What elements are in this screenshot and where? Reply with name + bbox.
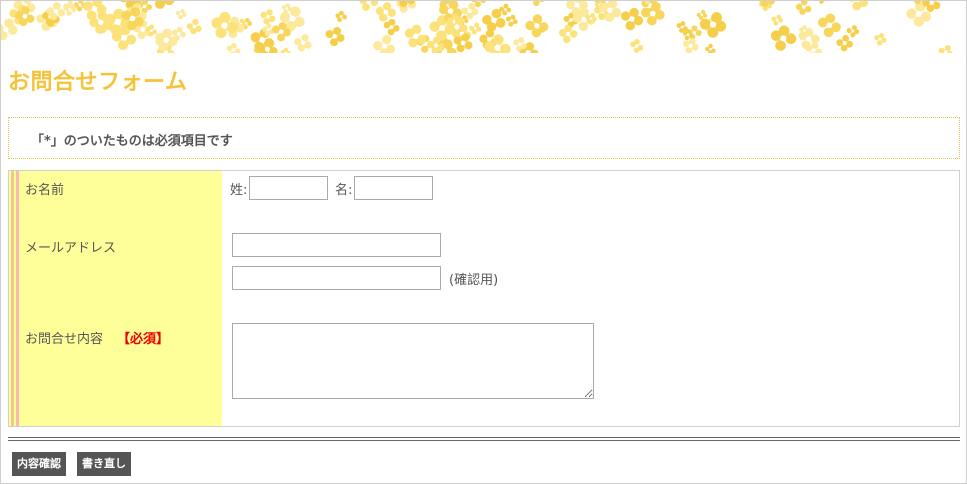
inquiry-textarea[interactable]: [232, 323, 594, 399]
flower-icon: [335, 10, 347, 23]
form-separator-bottom: [8, 440, 960, 441]
flower-icon: [375, 2, 396, 22]
flower-icon: [383, 18, 400, 36]
name-label: お名前: [25, 183, 65, 198]
form-separator-top: [8, 437, 960, 438]
flower-icon: [533, 1, 545, 7]
flower-icon: [938, 45, 953, 53]
flower-icon: [359, 1, 379, 11]
flower-icon: [260, 9, 276, 25]
email-label: メールアドレス: [25, 241, 117, 256]
confirm-button[interactable]: 内容確認: [12, 452, 66, 476]
flower-icon: [404, 24, 427, 48]
flower-icon: [696, 9, 708, 21]
label-stripe-orange: [11, 171, 14, 426]
flower-icon: [846, 25, 860, 38]
flower-icon: [849, 1, 869, 11]
flower-icon: [280, 47, 291, 53]
email-confirm-note: (確認用): [449, 273, 499, 288]
email-confirm-input[interactable]: [232, 266, 441, 290]
flower-icon: [771, 14, 783, 26]
required-notice-text: 「*」のついたものは必須項目です: [31, 134, 233, 149]
flower-icon: [819, 1, 827, 4]
flower-icon: [874, 33, 887, 46]
last-name-input[interactable]: [249, 176, 328, 200]
flower-icon: [705, 43, 716, 53]
flower-icon: [505, 14, 518, 27]
flower-icon: [373, 35, 395, 53]
page-title: お問合せフォーム: [8, 70, 188, 95]
flower-icon: [525, 14, 549, 38]
required-notice-box: 「*」のついたものは必須項目です: [8, 117, 960, 159]
reset-button[interactable]: 書き直し: [77, 452, 131, 476]
flower-icon: [469, 22, 482, 35]
flower-icon: [795, 1, 812, 15]
flower-icon: [817, 13, 841, 38]
flower-icon: [836, 34, 853, 52]
flower-icon: [558, 24, 578, 44]
last-name-prefix: 姓:: [230, 183, 248, 198]
first-name-prefix: 名:: [335, 183, 353, 198]
label-column: [9, 171, 222, 426]
contact-form-table: お名前 メールアドレス お問合せ内容 【必須】 姓: 名: (確認用): [8, 170, 960, 427]
label-stripe-pink: [16, 171, 19, 426]
flower-icon: [186, 18, 202, 35]
inquiry-label: お問合せ内容 【必須】: [25, 328, 169, 347]
inquiry-label-text: お問合せ内容: [25, 332, 104, 347]
flower-icon: [482, 8, 506, 32]
flower-icon: [226, 42, 241, 53]
flower-icon: [175, 8, 187, 20]
email-input[interactable]: [232, 233, 441, 257]
flower-banner: [1, 1, 966, 53]
first-name-input[interactable]: [354, 176, 433, 200]
flower-icon: [630, 39, 644, 53]
page-frame: お問合せフォーム 「*」のついたものは必須項目です お名前 メールアドレス お問…: [0, 0, 967, 484]
flower-icon: [294, 34, 312, 52]
flower-icon: [620, 7, 644, 31]
flower-icon: [683, 38, 699, 53]
required-mark: 【必須】: [117, 332, 170, 347]
flower-pattern-graphic: [1, 1, 953, 53]
flower-icon: [676, 21, 688, 33]
flower-icon: [154, 1, 175, 9]
flower-icon: [325, 26, 345, 47]
flower-icon: [770, 25, 797, 51]
